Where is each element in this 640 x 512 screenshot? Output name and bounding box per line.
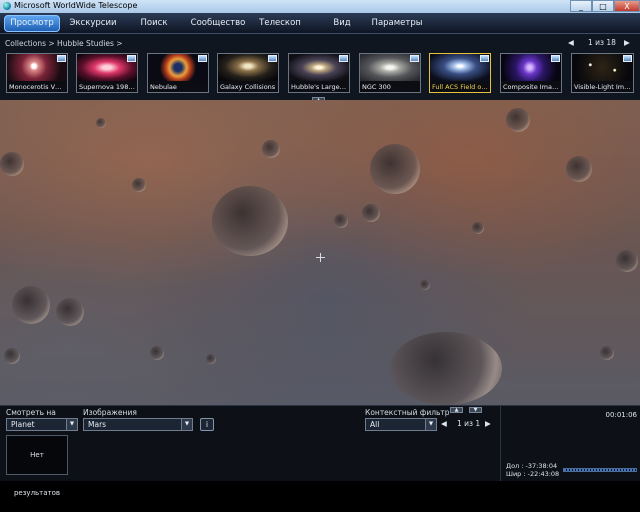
- thumbnail-item[interactable]: Supernova 1987A: [76, 53, 138, 93]
- thumbnail-item[interactable]: NGC 300: [359, 53, 421, 93]
- crater: [420, 280, 430, 290]
- tab-settings[interactable]: Параметры: [362, 15, 432, 32]
- crater: [150, 346, 164, 360]
- context-filter-value: All: [370, 420, 380, 429]
- crater: [390, 332, 502, 405]
- imagery-select[interactable]: Mars ▼: [83, 418, 193, 431]
- tab-tours[interactable]: Экскурсии: [64, 15, 122, 32]
- image-badge-icon: [551, 55, 560, 62]
- thumbnail-item[interactable]: Visible-Light Ima...: [571, 53, 634, 93]
- ra-value: -22:43:08: [527, 470, 560, 478]
- tab-community[interactable]: Сообщество: [186, 15, 250, 32]
- status-panel: 00:01:06 Дол : -37:38:04 Шир : -22:43:08: [500, 406, 640, 481]
- crater: [56, 298, 84, 326]
- expand-up-icon[interactable]: ▲: [450, 407, 463, 413]
- dec-readout: Дол : -37:38:04: [506, 462, 557, 470]
- thumbnail-item[interactable]: Nebulae: [147, 53, 209, 93]
- tab-explore[interactable]: Просмотр: [4, 15, 60, 32]
- chevron-down-icon: ▼: [181, 419, 192, 430]
- image-badge-icon: [198, 55, 207, 62]
- image-badge-icon: [268, 55, 277, 62]
- crater: [96, 118, 106, 128]
- crater: [0, 152, 24, 176]
- thumbnail-label: Composite Imag...: [503, 83, 559, 91]
- thumbnail-label: Hubble's Largest...: [291, 83, 347, 91]
- crater: [370, 144, 420, 194]
- ra-label: Шир :: [506, 470, 526, 478]
- imagery-label: Изображения: [83, 408, 137, 417]
- image-badge-icon: [410, 55, 419, 62]
- image-badge-icon: [127, 55, 136, 62]
- chevron-down-icon: ▼: [66, 419, 77, 430]
- look-at-value: Planet: [11, 420, 35, 429]
- look-at-label: Смотреть на: [6, 408, 56, 417]
- thumbnail-label: Nebulae: [150, 83, 177, 91]
- dec-value: -37:38:04: [525, 462, 558, 470]
- prev-page-icon[interactable]: ◀: [568, 38, 574, 47]
- thumbnail-item[interactable]: Monocerotis V83...: [6, 53, 68, 93]
- progress-bar: [563, 468, 637, 472]
- tab-view[interactable]: Вид: [326, 15, 358, 32]
- crater: [334, 214, 348, 228]
- context-page-indicator: 1 из 1: [457, 419, 481, 428]
- crater: [566, 156, 592, 182]
- image-badge-icon: [480, 55, 489, 62]
- clock-readout: 00:01:06: [605, 411, 637, 419]
- thumbnail-item-selected[interactable]: Full ACS Field of...: [429, 53, 491, 93]
- thumbnail-label: Full ACS Field of...: [432, 83, 488, 91]
- crosshair-icon: [316, 253, 325, 262]
- crater: [506, 108, 530, 132]
- dec-label: Дол :: [506, 462, 524, 470]
- ra-readout: Шир : -22:43:08: [506, 470, 559, 478]
- thumbnail-label: Galaxy Collisions: [220, 83, 276, 91]
- crater: [616, 250, 638, 272]
- crater: [212, 186, 288, 256]
- imagery-value: Mars: [88, 420, 107, 429]
- explore-panel: Collections > Hubble Studies > ◀ 1 из 18…: [0, 34, 640, 100]
- thumbnail-item[interactable]: Galaxy Collisions: [217, 53, 279, 93]
- sky-view-mars[interactable]: [0, 100, 640, 405]
- context-filter-label: Контекстный фильтр: [365, 408, 450, 417]
- prev-page-icon[interactable]: ◀: [441, 419, 447, 428]
- crater: [132, 178, 146, 192]
- title-bar: Microsoft WorldWide Telescope _ □ X: [0, 0, 640, 13]
- info-icon[interactable]: i: [200, 418, 214, 431]
- image-badge-icon: [57, 55, 66, 62]
- tab-search[interactable]: Поиск: [130, 15, 178, 32]
- thumbnail-label: Monocerotis V83...: [9, 83, 65, 91]
- thumbnail-label: Supernova 1987A: [79, 83, 135, 91]
- window-title: Microsoft WorldWide Telescope: [14, 1, 138, 10]
- next-page-icon[interactable]: ▶: [485, 419, 491, 428]
- collapse-down-icon[interactable]: ▼: [469, 407, 482, 413]
- maximize-button[interactable]: □: [592, 0, 614, 12]
- thumbnail-pager: ◀ 1 из 18 ▶: [568, 38, 640, 50]
- thumbnail-label: Visible-Light Ima...: [574, 83, 631, 91]
- crater: [362, 204, 380, 222]
- control-panel: Смотреть на Planet ▼ Изображения Mars ▼ …: [0, 405, 640, 497]
- image-badge-icon: [339, 55, 348, 62]
- app-icon: [3, 2, 11, 10]
- thumbnail-item[interactable]: Composite Imag...: [500, 53, 562, 93]
- crater: [472, 222, 484, 234]
- minimize-button[interactable]: _: [570, 0, 592, 12]
- crater: [12, 286, 50, 324]
- image-badge-icon: [623, 55, 632, 62]
- close-button[interactable]: X: [614, 0, 640, 12]
- thumbnail-item[interactable]: Hubble's Largest...: [288, 53, 350, 93]
- page-indicator: 1 из 18: [588, 38, 616, 47]
- main-menu: Просмотр Экскурсии Поиск Сообщество Теле…: [0, 13, 640, 34]
- search-results-box: Нет результатов: [6, 435, 68, 497]
- thumbnail-label: NGC 300: [362, 83, 391, 91]
- context-filter-select[interactable]: All ▼: [365, 418, 437, 431]
- chevron-down-icon: ▼: [425, 419, 436, 430]
- crater: [262, 140, 280, 158]
- crater: [600, 346, 614, 360]
- crater: [206, 354, 216, 364]
- next-page-icon[interactable]: ▶: [624, 38, 630, 47]
- look-at-select[interactable]: Planet ▼: [6, 418, 78, 431]
- tab-telescope[interactable]: Телескоп: [254, 15, 306, 32]
- breadcrumb[interactable]: Collections > Hubble Studies >: [5, 39, 123, 48]
- crater: [4, 348, 20, 364]
